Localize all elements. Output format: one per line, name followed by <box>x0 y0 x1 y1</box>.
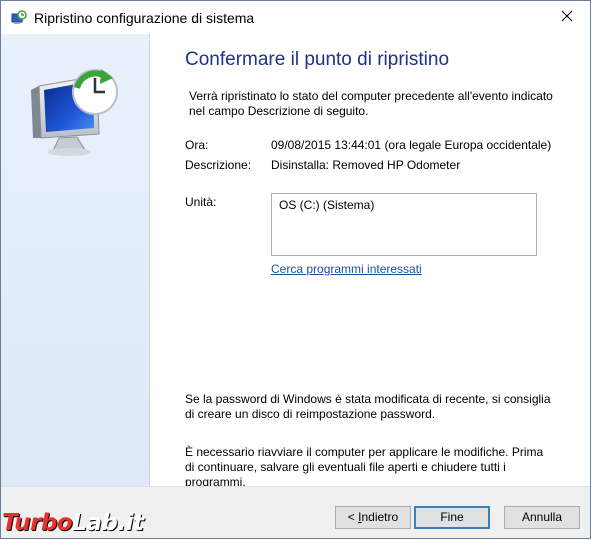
watermark-turbo: Turbo <box>2 510 73 536</box>
page-description: Verrà ripristinato lo stato del computer… <box>189 89 553 118</box>
computer-restore-icon <box>25 64 125 162</box>
wizard-sidebar <box>1 34 150 486</box>
finish-button[interactable]: Fine <box>414 506 490 529</box>
back-label: ndietro <box>361 510 399 524</box>
page-title: Confermare il punto di ripristino <box>185 49 450 70</box>
watermark-lab: Lab.it <box>72 510 144 536</box>
title-bar[interactable]: Ripristino configurazione di sistema <box>1 1 590 34</box>
time-value: 09/08/2015 13:44:01 (ora legale Europa o… <box>271 138 552 152</box>
drives-list[interactable]: OS (C:) (Sistema) <box>271 193 537 256</box>
wizard-content: Confermare il punto di ripristino Verrà … <box>149 34 590 489</box>
close-icon <box>561 10 573 25</box>
cancel-label: Annulla <box>521 510 563 524</box>
turbolab-watermark: TurboLab.it <box>2 510 144 536</box>
system-restore-icon <box>11 10 27 26</box>
cancel-button[interactable]: Annulla <box>504 506 580 529</box>
back-button[interactable]: < Indietro <box>335 506 411 529</box>
window-title: Ripristino configurazione di sistema <box>34 10 255 26</box>
time-label: Ora: <box>185 138 209 152</box>
back-prefix: < <box>347 510 359 524</box>
drives-label: Unità: <box>185 195 217 209</box>
drive-item[interactable]: OS (C:) (Sistema) <box>279 198 374 212</box>
description-label: Descrizione: <box>185 158 252 172</box>
system-restore-window: Ripristino configurazione di sistema Con… <box>0 0 591 539</box>
password-note: Se la password di Windows è stata modifi… <box>185 392 551 421</box>
description-value: Disinstalla: Removed HP Odometer <box>271 158 461 172</box>
scan-affected-programs-link[interactable]: Cerca programmi interessati <box>271 262 422 276</box>
finish-label: Fine <box>440 510 464 524</box>
restart-note: È necessario riavviare il computer per a… <box>185 445 544 489</box>
close-button[interactable] <box>544 1 590 34</box>
